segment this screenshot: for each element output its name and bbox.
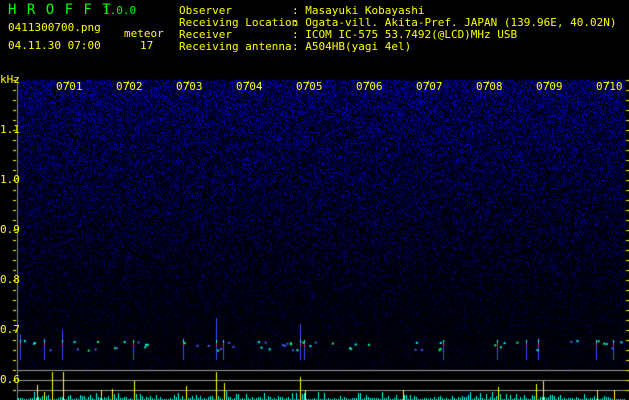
time-label: 0703 bbox=[176, 80, 203, 93]
time-label: 0709 bbox=[536, 80, 563, 93]
time-label: 0701 bbox=[56, 80, 83, 93]
freq-label: 0.6 bbox=[0, 373, 20, 386]
time-label: 0702 bbox=[116, 80, 143, 93]
app-title: H R O F F T bbox=[8, 2, 112, 18]
time-label: 0706 bbox=[356, 80, 383, 93]
time-label: 0705 bbox=[296, 80, 323, 93]
freq-label: 0.7 bbox=[0, 323, 20, 336]
file-name: 0411300700.png bbox=[8, 21, 101, 34]
info-label-antenna: Receiving antenna bbox=[179, 40, 292, 53]
time-label: 0710 bbox=[596, 80, 623, 93]
freq-label: 1.0 bbox=[0, 173, 20, 186]
freq-unit: kHz bbox=[0, 73, 20, 86]
freq-label: 1.1 bbox=[0, 123, 20, 136]
time-label: 0704 bbox=[236, 80, 263, 93]
spectrogram bbox=[0, 78, 629, 400]
time-label: 0707 bbox=[416, 80, 443, 93]
freq-label: 0.8 bbox=[0, 273, 20, 286]
meteor-count: 17 bbox=[140, 39, 154, 52]
time-label: 0708 bbox=[476, 80, 503, 93]
info-value-antenna: : A504HB(yagi 4el) bbox=[292, 40, 412, 53]
file-datetime: 04.11.30 07:00 bbox=[8, 39, 101, 52]
freq-label: 0.9 bbox=[0, 223, 20, 236]
app-version: 1.0.0 bbox=[103, 4, 137, 17]
